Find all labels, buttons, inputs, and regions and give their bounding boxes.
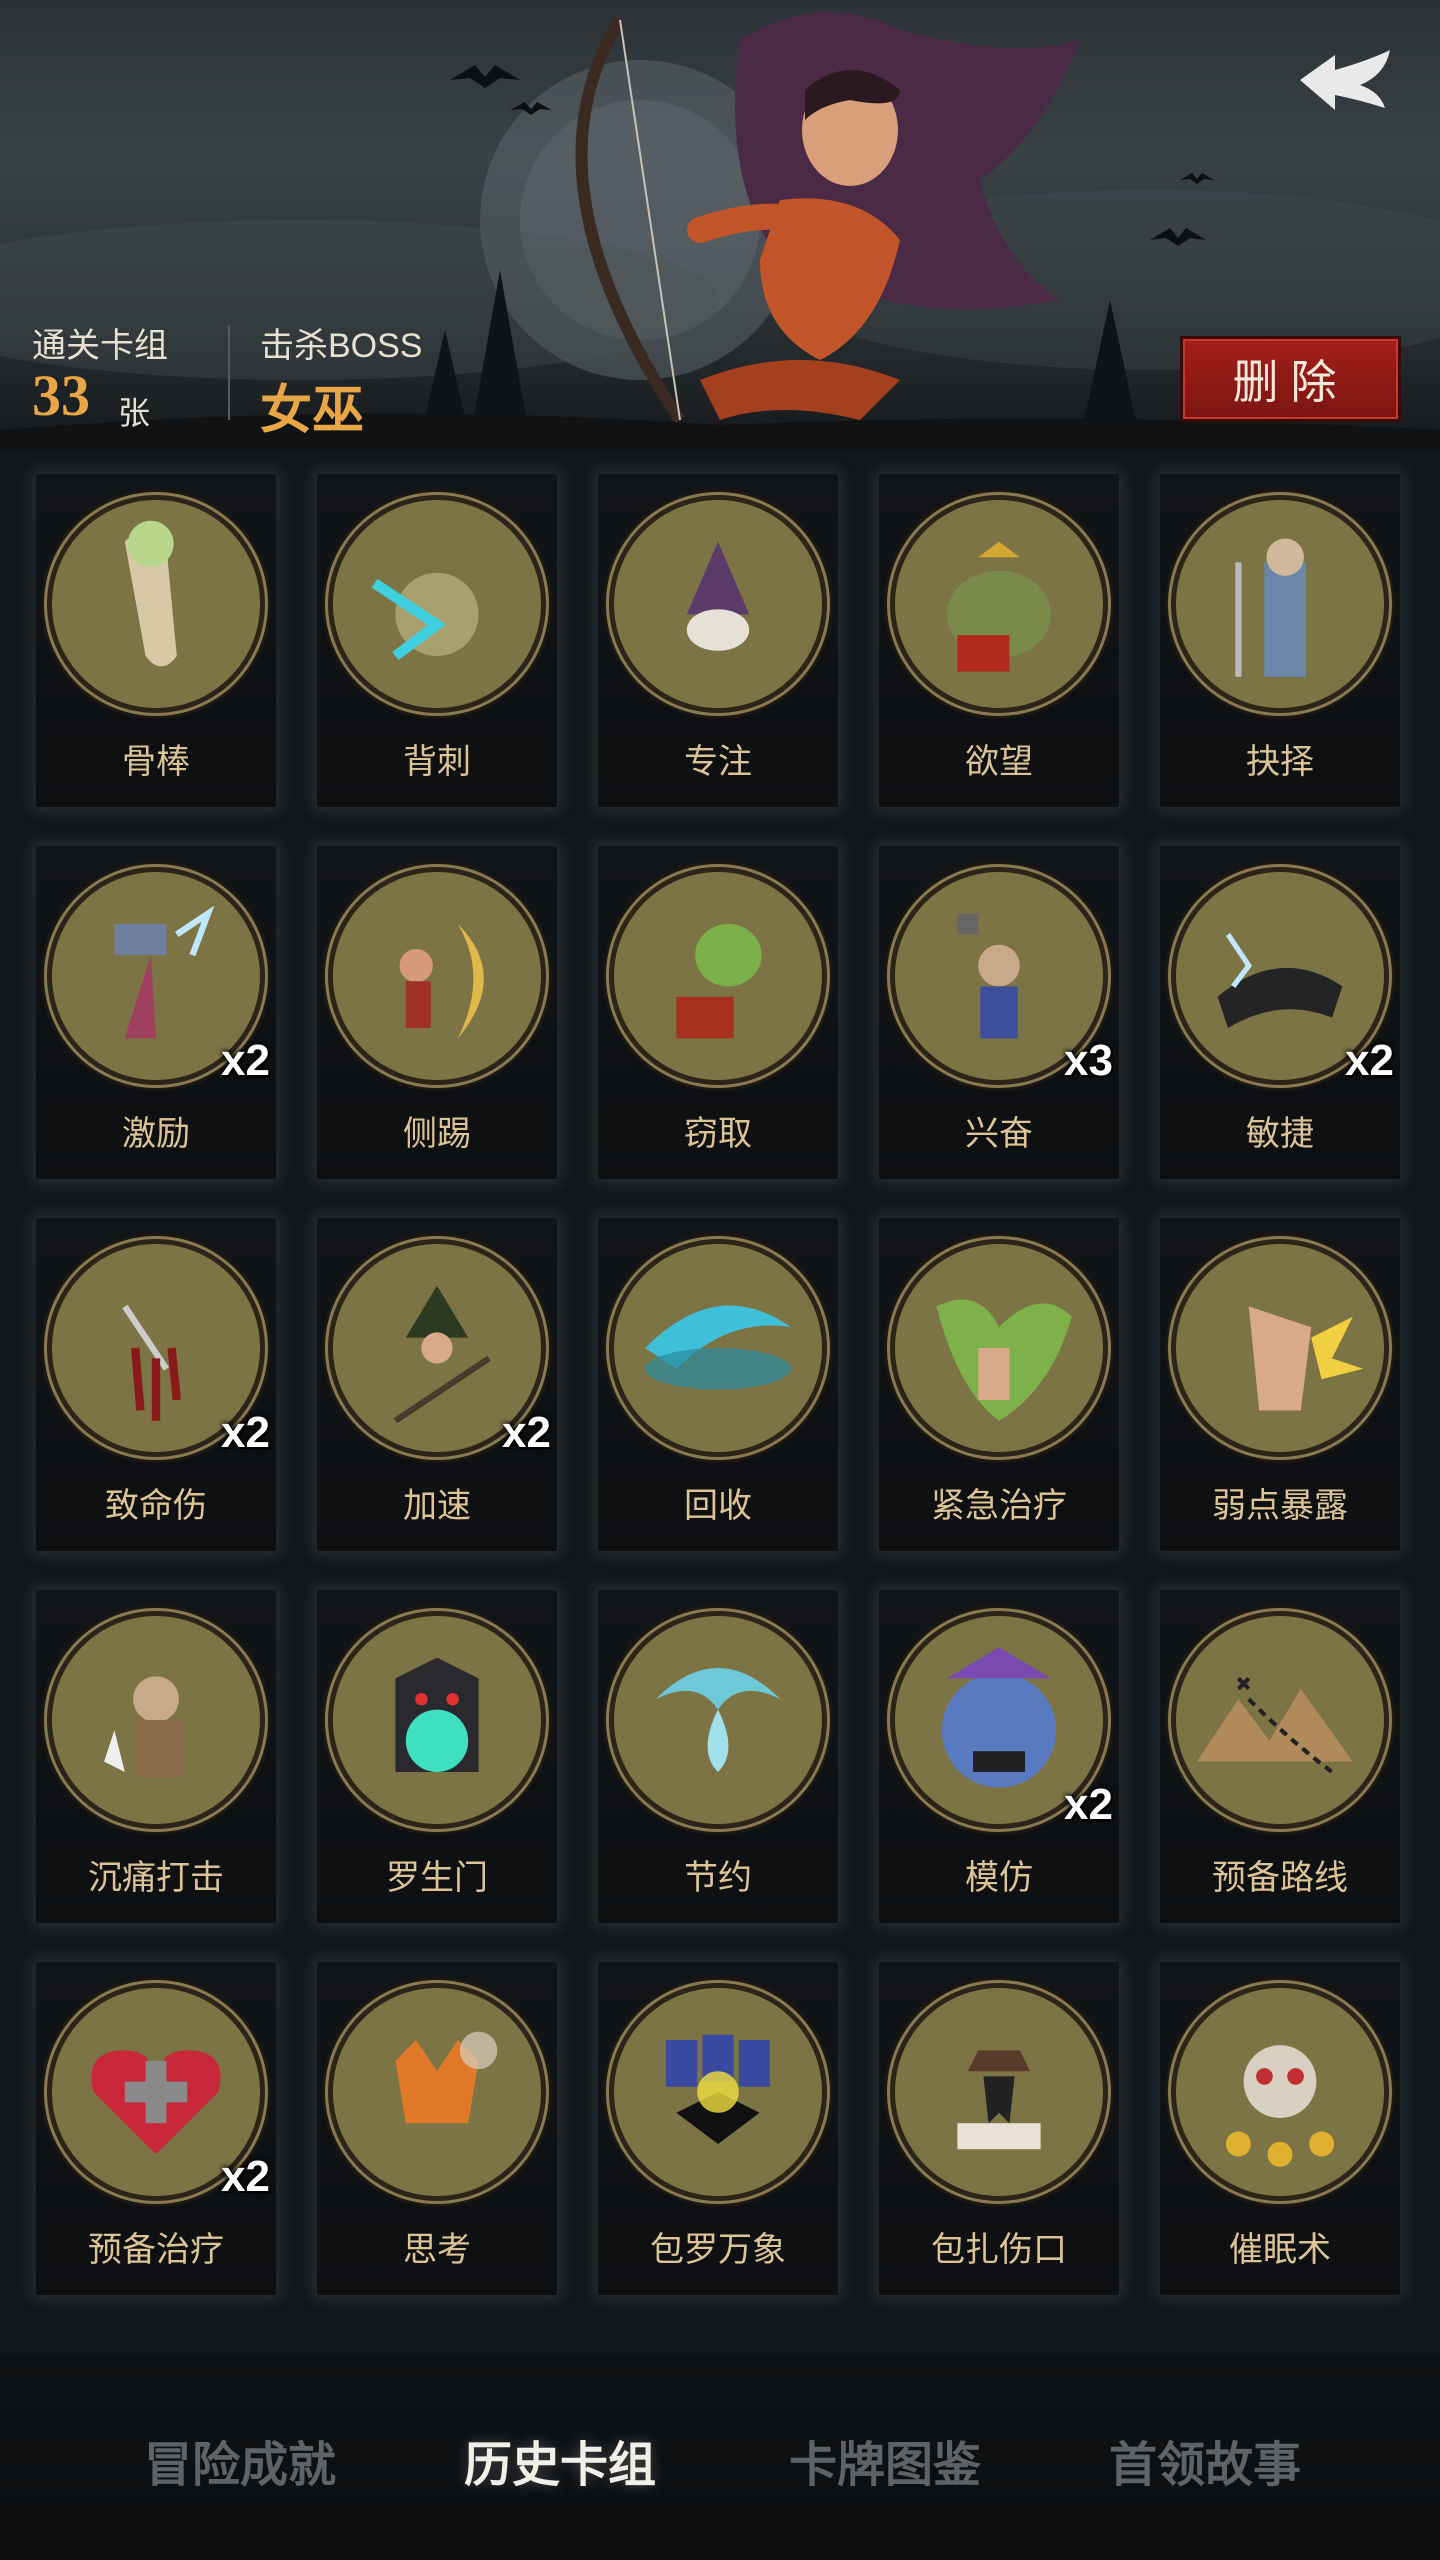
card-grid: 骨棒 背刺 专注 欲望 抉择 x2 激励 侧踢 窃取 x3 兴奋 x2 敏捷 x2 致命伤 x2 加速 回收 紧急治… (34, 472, 1406, 2297)
card-item[interactable]: 骨棒 (34, 472, 278, 809)
card-name: 思考 (403, 2231, 471, 2269)
card-name: 预备路线 (1212, 1859, 1348, 1897)
card-name: 背刺 (403, 743, 471, 781)
card-name: 罗生门 (386, 1859, 488, 1897)
boss-label: 击杀BOSS (260, 327, 423, 365)
card-name: 包扎伤口 (931, 2231, 1067, 2269)
recycle-swirl-icon (614, 1244, 822, 1452)
card-item[interactable]: 思考 (315, 1960, 559, 2297)
card-item[interactable]: x3 兴奋 (877, 844, 1121, 1181)
card-name: 骨棒 (122, 743, 190, 781)
card-name: 激励 (122, 1115, 190, 1153)
card-count-badge: x2 (221, 1036, 270, 1085)
deck-label: 通关卡组 (32, 327, 168, 365)
card-item[interactable]: 紧急治疗 (877, 1216, 1121, 1553)
bone-club-icon (52, 500, 260, 708)
tab-adventure-achievements[interactable]: 冒险成就 (110, 2415, 370, 2505)
goblin-steal-icon (614, 872, 822, 1080)
card-item[interactable]: 包扎伤口 (877, 1960, 1121, 2297)
card-item[interactable]: 预备路线 (1158, 1588, 1402, 1925)
fox-think-icon (333, 1988, 541, 2196)
card-item[interactable]: 催眠术 (1158, 1960, 1402, 2297)
card-count-badge: x3 (1064, 1036, 1113, 1085)
card-item[interactable]: x2 预备治疗 (34, 1960, 278, 2297)
card-name: 紧急治疗 (931, 1487, 1067, 1525)
hypnosis-monkey-icon (1176, 1988, 1384, 2196)
card-name: 回收 (684, 1487, 752, 1525)
card-item[interactable]: x2 致命伤 (34, 1216, 278, 1553)
weak-point-icon (1176, 1244, 1384, 1452)
back-arrow-icon (1300, 50, 1390, 110)
card-item[interactable]: 专注 (596, 472, 840, 809)
delete-button[interactable]: 删除 (1180, 336, 1401, 422)
card-item[interactable]: x2 加速 (315, 1216, 559, 1553)
card-name: 窃取 (684, 1115, 752, 1153)
card-name: 致命伤 (105, 1487, 207, 1525)
card-count-badge: x2 (1064, 1780, 1113, 1829)
card-name: 沉痛打击 (88, 1859, 224, 1897)
card-item[interactable]: 回收 (596, 1216, 840, 1553)
card-item[interactable]: 背刺 (315, 472, 559, 809)
header-banner: 通关卡组 33 张 击杀BOSS 女巫 删除 (0, 0, 1440, 450)
card-name: 催眠术 (1229, 2231, 1331, 2269)
card-item[interactable]: 抉择 (1158, 472, 1402, 809)
backstab-icon (333, 500, 541, 708)
card-count-badge: x2 (1345, 1036, 1394, 1085)
card-name: 包罗万象 (650, 2231, 786, 2269)
water-drop-icon (614, 1616, 822, 1824)
card-item[interactable]: 侧踢 (315, 844, 559, 1181)
card-item[interactable]: 欲望 (877, 472, 1121, 809)
card-item[interactable]: 节约 (596, 1588, 840, 1925)
card-item[interactable]: 包罗万象 (596, 1960, 840, 2297)
deck-count: 33 (32, 363, 90, 428)
wizard-focus-icon (614, 500, 822, 708)
heavy-strike-icon (52, 1616, 260, 1824)
tab-card-catalog[interactable]: 卡牌图鉴 (755, 2415, 1015, 2505)
emergency-heal-icon (895, 1244, 1103, 1452)
sage-choice-icon (1176, 500, 1384, 708)
boss-name: 女巫 (260, 383, 365, 440)
card-name: 弱点暴露 (1212, 1487, 1348, 1525)
card-name: 专注 (684, 743, 752, 781)
card-item[interactable]: 窃取 (596, 844, 840, 1181)
card-count-badge: x2 (502, 1408, 551, 1457)
card-name: 侧踢 (403, 1115, 471, 1153)
card-name: 预备治疗 (88, 2231, 224, 2269)
card-name: 加速 (403, 1487, 471, 1525)
tab-history-deck[interactable]: 历史卡组 (430, 2415, 690, 2505)
all-cards-icon (614, 1988, 822, 2196)
card-name: 兴奋 (965, 1115, 1033, 1153)
card-name: 欲望 (965, 743, 1033, 781)
card-item[interactable]: x2 激励 (34, 844, 278, 1181)
card-name: 敏捷 (1246, 1115, 1314, 1153)
card-name: 模仿 (965, 1859, 1033, 1897)
deck-unit: 张 (118, 394, 151, 432)
back-button[interactable] (1290, 30, 1400, 130)
card-item[interactable]: x2 模仿 (877, 1588, 1121, 1925)
card-item[interactable]: x2 敏捷 (1158, 844, 1402, 1181)
card-item[interactable]: 沉痛打击 (34, 1588, 278, 1925)
greed-frog-icon (895, 500, 1103, 708)
card-name: 节约 (684, 1859, 752, 1897)
bottom-tab-bar: 冒险成就 历史卡组 卡牌图鉴 首领故事 (0, 2355, 1440, 2560)
plague-doctor-icon (895, 1988, 1103, 2196)
card-item[interactable]: 弱点暴露 (1158, 1216, 1402, 1553)
map-route-icon (1176, 1616, 1384, 1824)
tab-boss-stories[interactable]: 首领故事 (1075, 2415, 1335, 2505)
card-count-badge: x2 (221, 2152, 270, 2201)
card-count-badge: x2 (221, 1408, 270, 1457)
card-item[interactable]: 罗生门 (315, 1588, 559, 1925)
demon-gate-icon (333, 1616, 541, 1824)
side-kick-icon (333, 872, 541, 1080)
stat-divider (228, 325, 230, 420)
card-name: 抉择 (1246, 743, 1314, 781)
